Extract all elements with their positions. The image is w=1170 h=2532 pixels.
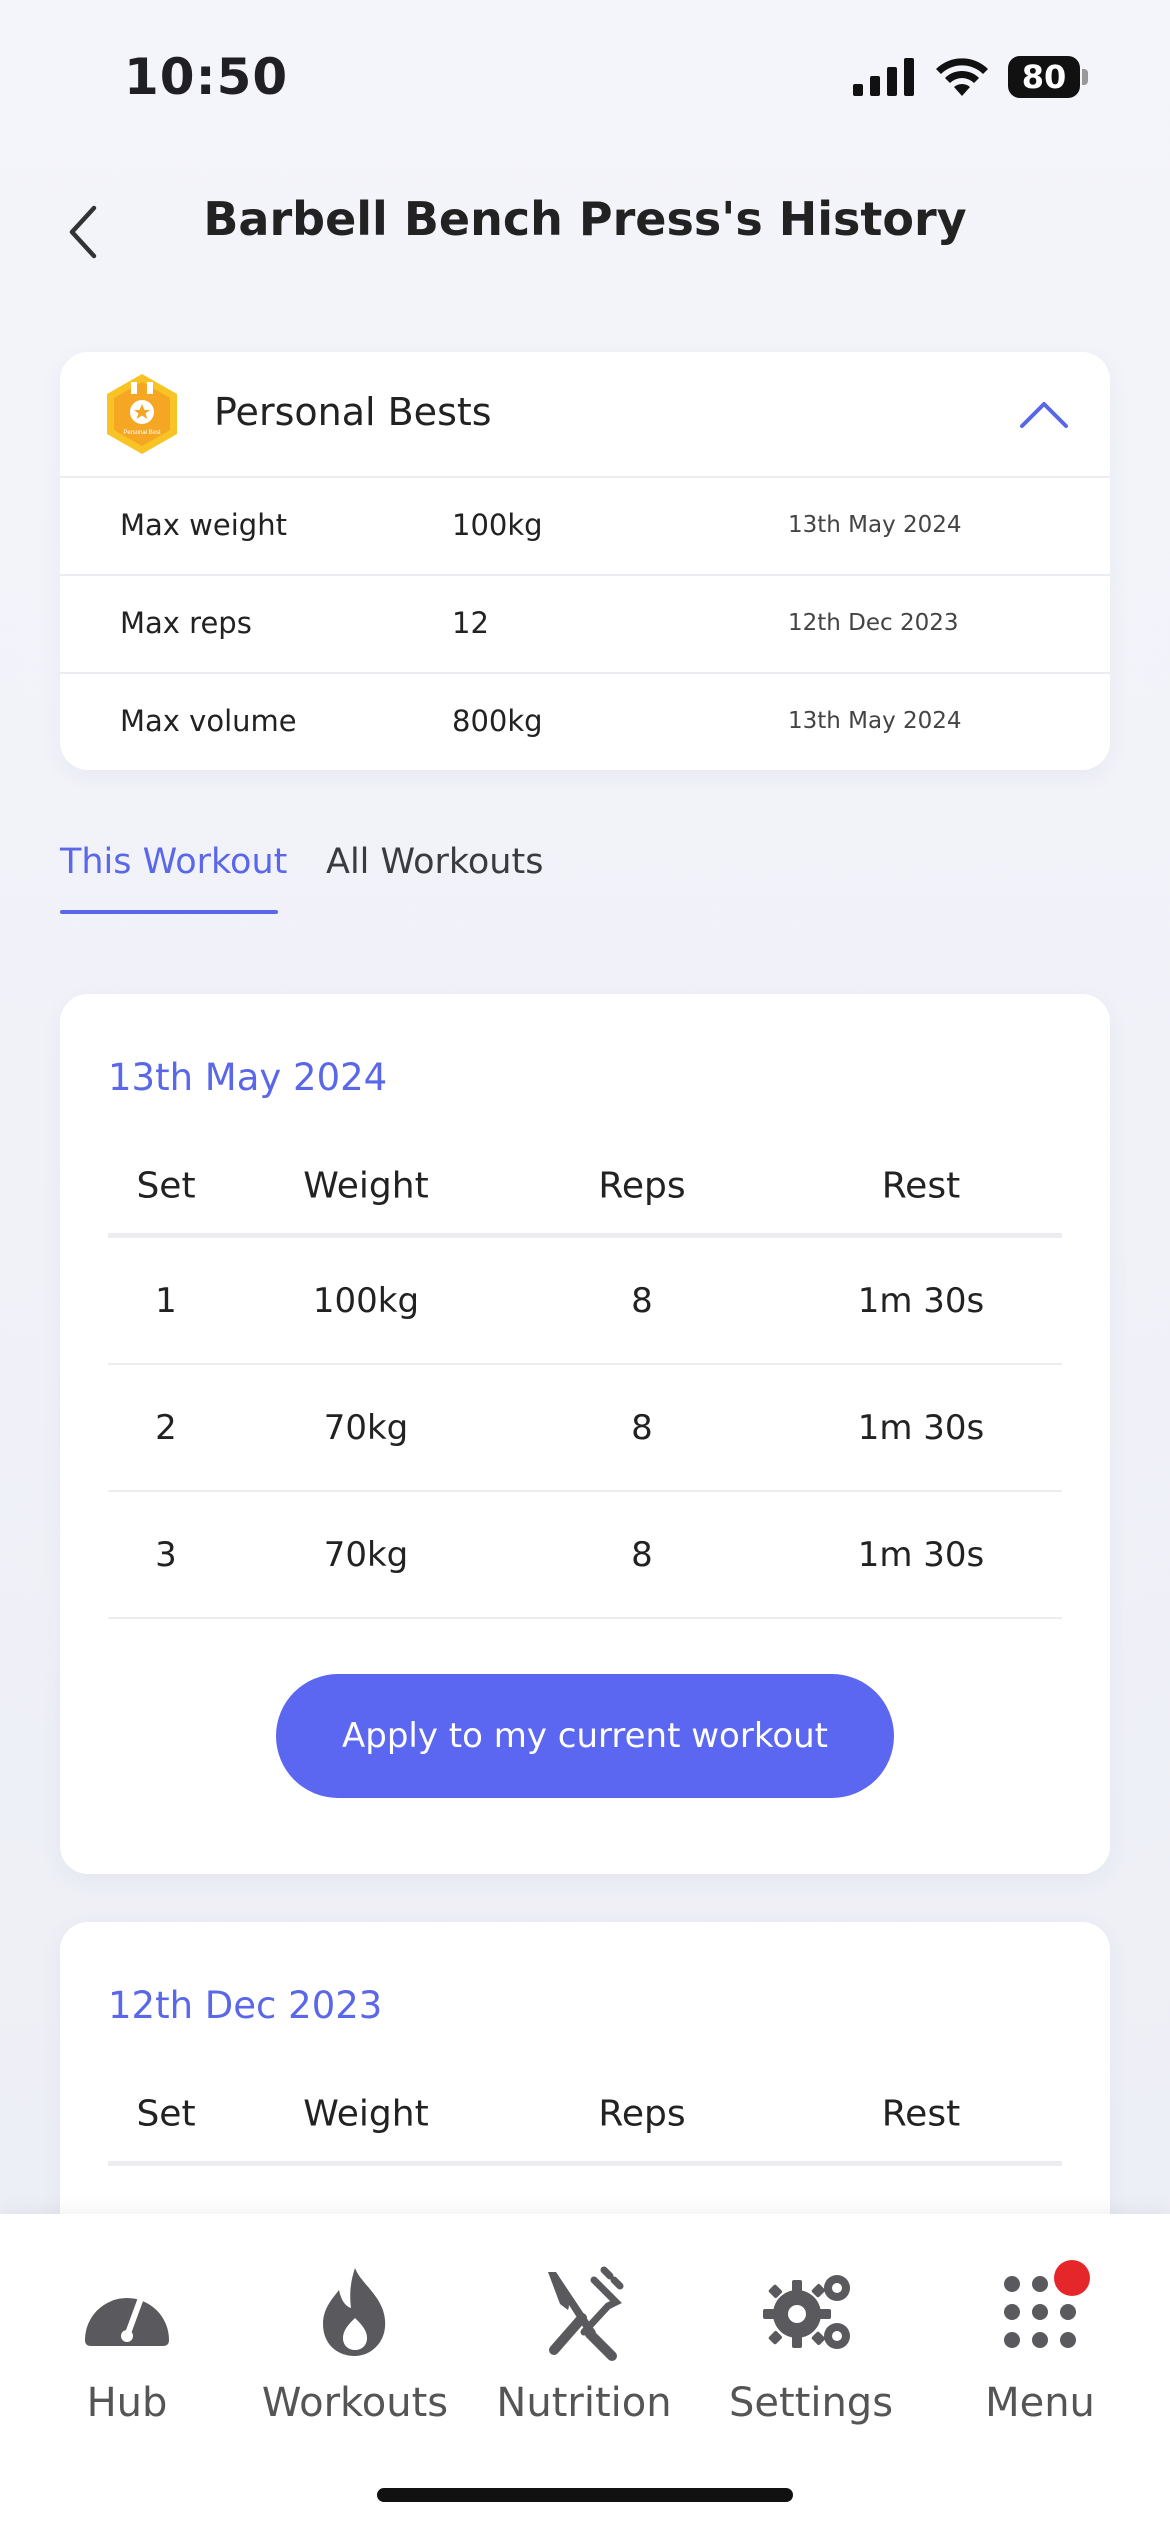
- column-header-set: Set: [136, 2093, 196, 2135]
- sets-table: Set Weight Reps Rest: [108, 2072, 1062, 2166]
- wifi-icon: [936, 58, 988, 96]
- pb-value: 12: [452, 606, 489, 640]
- column-header-reps: Reps: [598, 1165, 686, 1207]
- set-weight: 70kg: [323, 1407, 409, 1448]
- pb-row-max-reps: Max reps 12 12th Dec 2023: [60, 576, 1110, 674]
- set-reps: 8: [631, 1407, 653, 1448]
- badge-text: Personal Best: [123, 430, 161, 436]
- column-header-set: Set: [136, 1165, 196, 1207]
- column-header-reps: Reps: [598, 2093, 686, 2135]
- set-reps: 8: [631, 1534, 653, 1575]
- cellular-signal-icon: [853, 58, 914, 96]
- nav-label: Workouts: [261, 2380, 449, 2426]
- workout-date: 12th Dec 2023: [108, 1984, 383, 2027]
- fork-knife-icon: [548, 2266, 624, 2361]
- personal-best-badge-icon: Personal Best: [107, 374, 177, 454]
- pb-date: 13th May 2024: [788, 708, 962, 734]
- set-weight: 70kg: [323, 1534, 409, 1575]
- nav-item-settings[interactable]: Settings: [711, 2254, 911, 2454]
- nav-label: Hub: [86, 2380, 168, 2426]
- pb-date: 12th Dec 2023: [788, 610, 959, 636]
- column-header-weight: Weight: [303, 1165, 429, 1207]
- set-rest: 1m 30s: [857, 1407, 985, 1448]
- workout-card: 13th May 2024 Set Weight Reps Rest 1 100…: [60, 994, 1110, 1874]
- pb-label: Max reps: [120, 606, 252, 640]
- table-header-row: Set Weight Reps Rest: [108, 1144, 1062, 1238]
- pb-label: Max weight: [120, 508, 287, 542]
- set-reps: 8: [631, 1280, 653, 1321]
- sets-table: Set Weight Reps Rest 1 100kg 8 1m 30s 2 …: [108, 1144, 1062, 1619]
- set-weight: 100kg: [312, 1280, 420, 1321]
- set-number: 3: [155, 1534, 177, 1575]
- battery-level: 80: [1008, 56, 1080, 98]
- active-tab-indicator: [60, 910, 278, 914]
- tab-all-workouts[interactable]: All Workouts: [326, 842, 543, 882]
- notification-dot: [1054, 2260, 1090, 2296]
- pb-value: 800kg: [452, 704, 543, 738]
- status-bar: 10:50 80: [0, 0, 1170, 150]
- gears-icon: [763, 2275, 850, 2349]
- set-number: 1: [155, 1280, 177, 1321]
- pb-value: 100kg: [452, 508, 543, 542]
- pb-row-max-weight: Max weight 100kg 13th May 2024: [60, 478, 1110, 576]
- column-header-rest: Rest: [881, 1165, 961, 1207]
- nav-item-nutrition[interactable]: Nutrition: [484, 2254, 684, 2454]
- gauge-icon: [85, 2295, 169, 2346]
- battery-tip: [1082, 69, 1088, 85]
- nav-item-workouts[interactable]: Workouts: [255, 2254, 455, 2454]
- chevron-up-icon[interactable]: [1016, 386, 1072, 442]
- nav-item-menu[interactable]: Menu: [940, 2254, 1140, 2454]
- column-header-weight: Weight: [303, 2093, 429, 2135]
- pb-row-max-volume: Max volume 800kg 13th May 2024: [60, 674, 1110, 770]
- status-time: 10:50: [124, 48, 289, 106]
- table-row: 2 70kg 8 1m 30s: [108, 1365, 1062, 1492]
- set-rest: 1m 30s: [857, 1280, 985, 1321]
- personal-bests-header[interactable]: Personal Best Personal Bests: [60, 352, 1110, 478]
- personal-bests-title: Personal Bests: [214, 390, 492, 434]
- battery-icon: 80: [1008, 56, 1088, 98]
- bottom-nav: Hub Workouts Nutrition Settings Menu: [0, 2214, 1170, 2532]
- nav-label: Nutrition: [496, 2380, 672, 2426]
- tab-this-workout[interactable]: This Workout: [60, 842, 287, 882]
- pb-label: Max volume: [120, 704, 297, 738]
- flame-icon: [323, 2268, 386, 2356]
- set-rest: 1m 30s: [857, 1534, 985, 1575]
- nav-label: Menu: [985, 2380, 1095, 2426]
- column-header-rest: Rest: [881, 2093, 961, 2135]
- personal-bests-card: Personal Best Personal Bests Max weight …: [60, 352, 1110, 770]
- nav-label: Settings: [728, 2380, 894, 2426]
- workout-date: 13th May 2024: [108, 1056, 388, 1099]
- pb-date: 13th May 2024: [788, 512, 962, 538]
- nav-item-hub[interactable]: Hub: [27, 2254, 227, 2454]
- table-row: 3 70kg 8 1m 30s: [108, 1492, 1062, 1619]
- table-row: 1 100kg 8 1m 30s: [108, 1238, 1062, 1365]
- home-indicator: [377, 2488, 793, 2502]
- set-number: 2: [155, 1407, 177, 1448]
- apply-to-current-workout-button[interactable]: Apply to my current workout: [276, 1674, 894, 1798]
- page-title: Barbell Bench Press's History: [203, 192, 967, 246]
- table-header-row: Set Weight Reps Rest: [108, 2072, 1062, 2166]
